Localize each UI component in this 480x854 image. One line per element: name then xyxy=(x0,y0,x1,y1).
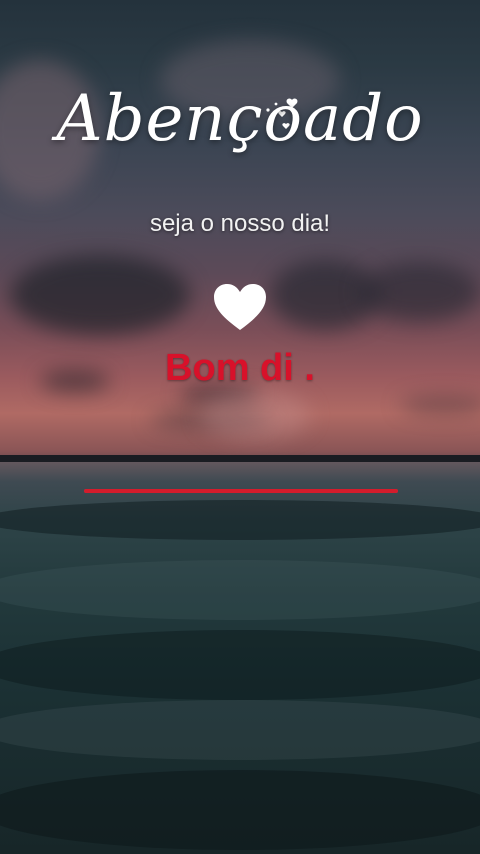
wave xyxy=(0,630,480,700)
greeting-text: Bom di . xyxy=(165,347,315,389)
story-progress-fill xyxy=(84,489,398,493)
wave xyxy=(0,700,480,760)
cloud xyxy=(10,255,190,335)
wave xyxy=(0,770,480,850)
cloud xyxy=(400,396,480,414)
cloud xyxy=(360,262,480,322)
sun-glow xyxy=(200,390,310,440)
heart-icon xyxy=(214,284,266,330)
horizon-line xyxy=(0,455,480,462)
story-frame[interactable]: Abençoado seja o nosso dia! Bom di . xyxy=(0,0,480,854)
wave xyxy=(0,560,480,620)
story-title: Abençoado xyxy=(56,82,424,156)
wave xyxy=(0,500,480,540)
story-subtitle: seja o nosso dia! xyxy=(149,210,331,237)
story-progress-bar xyxy=(84,489,398,493)
